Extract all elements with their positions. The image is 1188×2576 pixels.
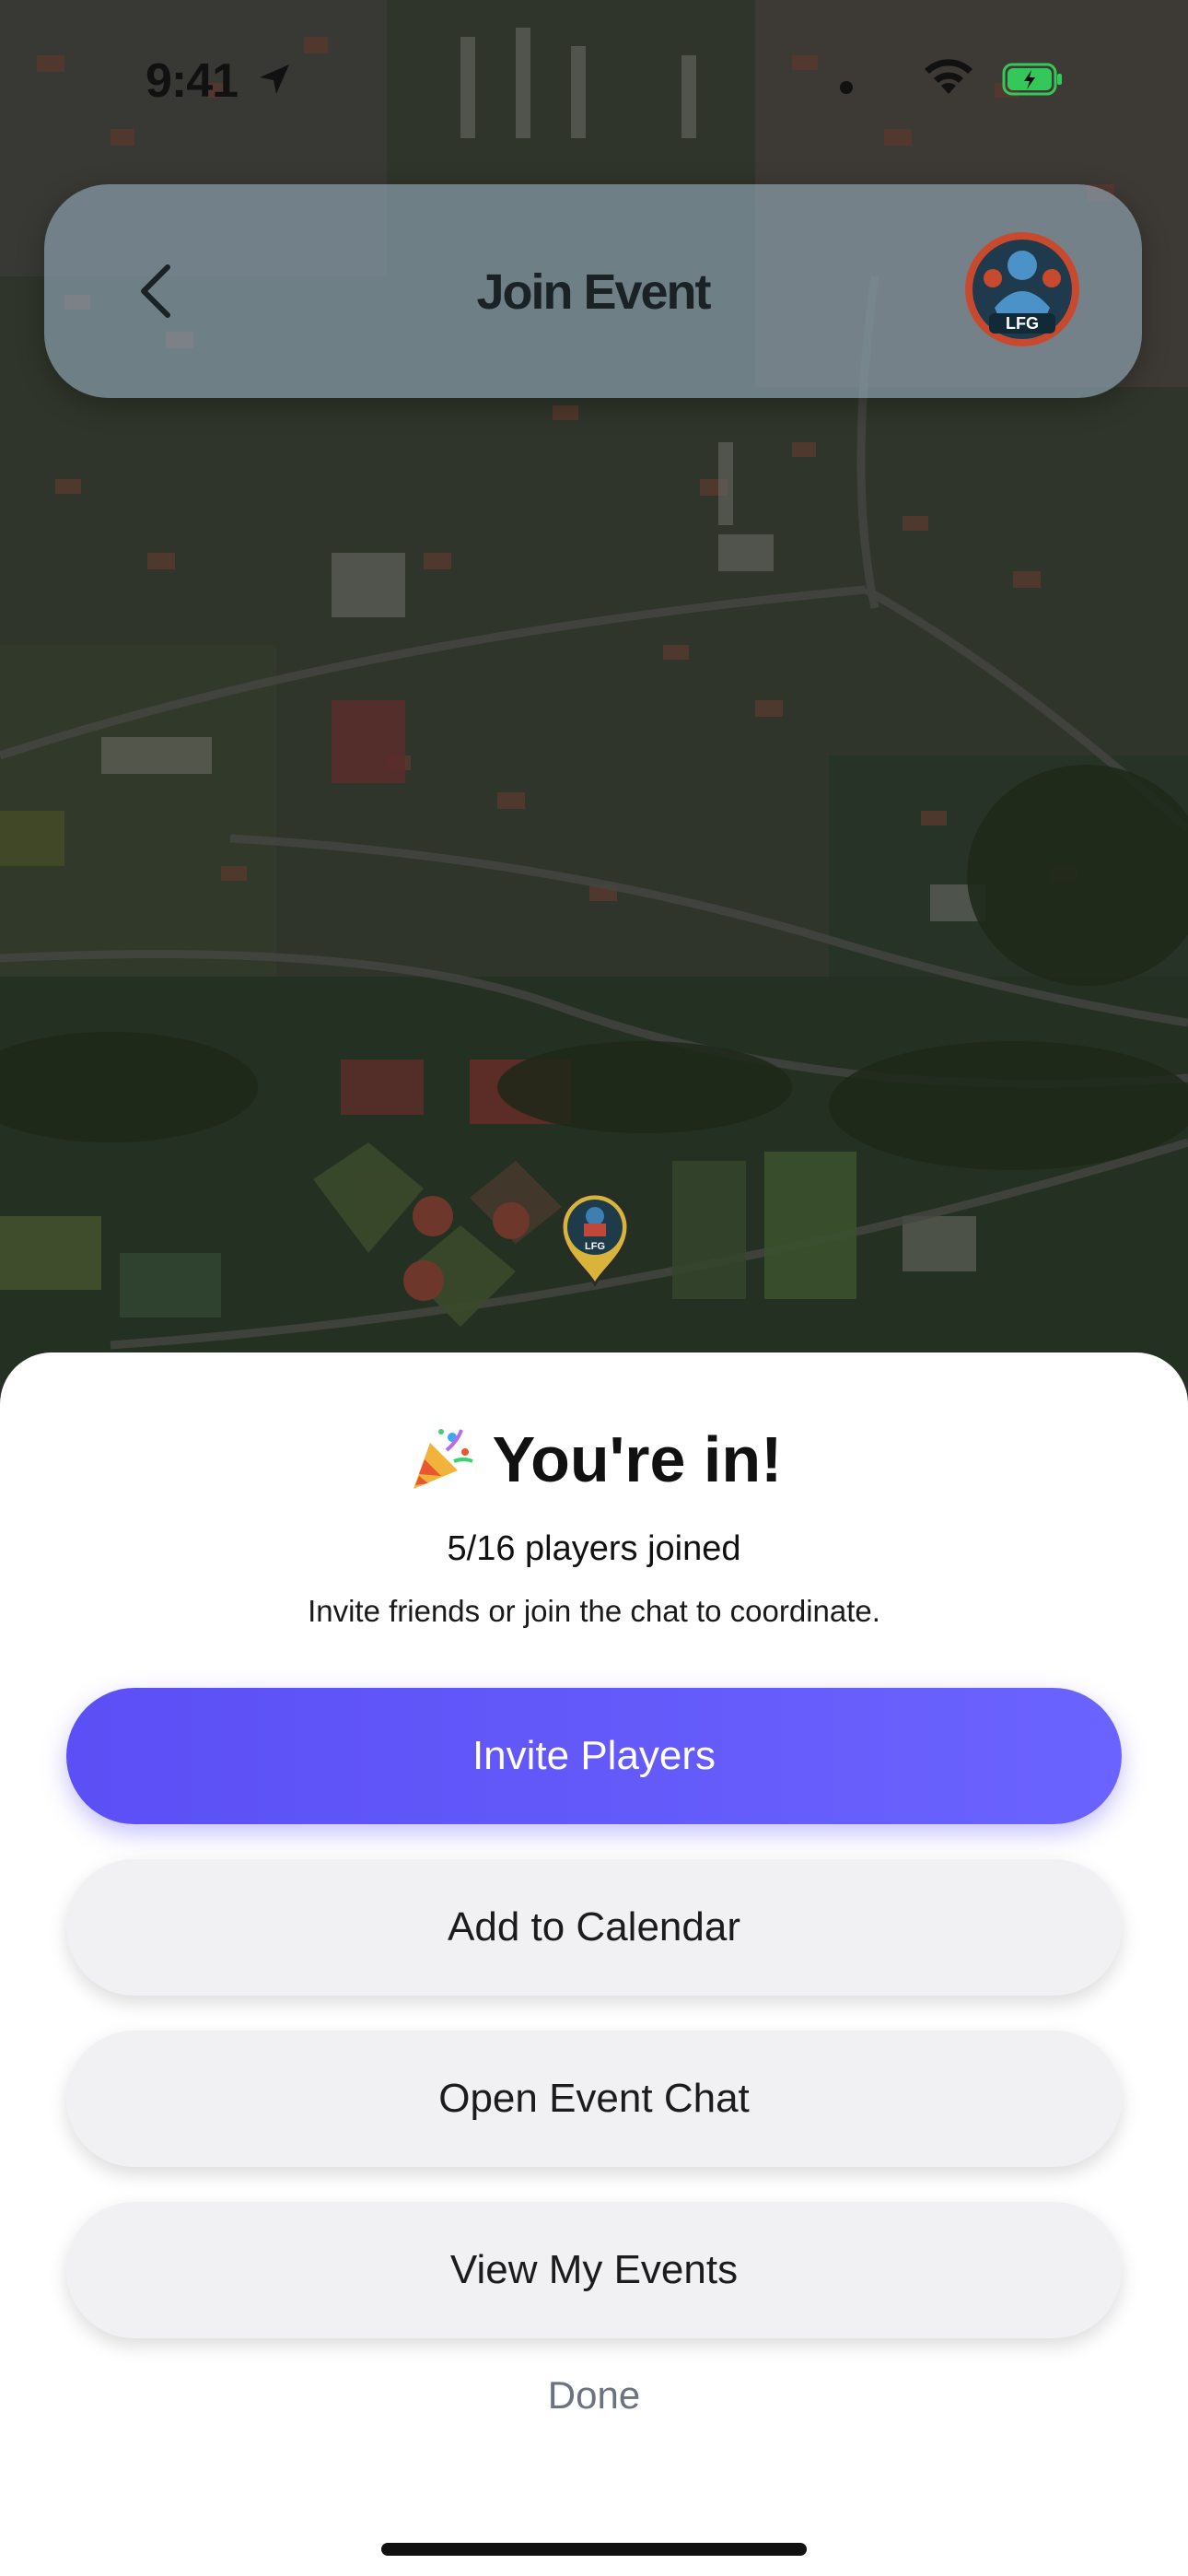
sheet-title-row: You're in! (0, 1423, 1188, 1496)
location-arrow-icon (256, 61, 293, 102)
app-logo-avatar[interactable]: LFG (958, 225, 1087, 354)
header-bar: Join Event LFG (44, 184, 1142, 398)
map-pin-icon: LFG (560, 1192, 630, 1288)
view-my-events-button[interactable]: View My Events (66, 2202, 1122, 2338)
status-dot-icon (840, 81, 853, 94)
wifi-icon (921, 57, 976, 102)
done-button[interactable]: Done (0, 2373, 1188, 2418)
open-event-chat-button[interactable]: Open Event Chat (66, 2031, 1122, 2167)
add-to-calendar-button[interactable]: Add to Calendar (66, 1859, 1122, 1996)
lfg-logo-icon: LFG (965, 232, 1079, 346)
status-bar: 9:41 (0, 0, 1188, 157)
players-joined-count: 5/16 players joined (447, 1529, 741, 1568)
svg-text:LFG: LFG (585, 1241, 605, 1252)
confirmation-sheet: You're in! 5/16 players joined Invite fr… (0, 1352, 1188, 2576)
status-time: 9:41 (146, 54, 239, 108)
sheet-subtitle: Invite friends or join the chat to coord… (308, 1594, 880, 1628)
party-popper-icon (413, 1429, 473, 1489)
event-map-pin[interactable]: LFG (556, 1188, 634, 1288)
battery-charging-icon (1002, 63, 1065, 100)
invite-players-button[interactable]: Invite Players (66, 1688, 1122, 1824)
svg-text:LFG: LFG (1006, 314, 1039, 333)
home-indicator[interactable] (381, 2543, 807, 2556)
sheet-title: You're in! (492, 1423, 783, 1495)
